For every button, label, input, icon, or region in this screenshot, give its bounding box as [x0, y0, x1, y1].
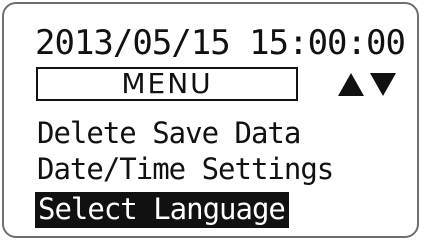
down-triangle-icon[interactable] [369, 70, 397, 98]
menu-item-delete-save-data[interactable]: Delete Save Data [37, 119, 301, 148]
up-triangle-icon[interactable] [337, 70, 365, 98]
menu-item-date-time-settings[interactable]: Date/Time Settings [37, 155, 334, 184]
lcd-screen: 2013/05/15 15:00:00 MENU Delete Save Dat… [2, 2, 419, 238]
datetime-display: 2013/05/15 15:00:00 [35, 23, 406, 63]
scroll-arrows[interactable] [337, 70, 397, 100]
menu-title-box: MENU [36, 67, 298, 101]
menu-item-select-language[interactable]: Select Language [35, 192, 289, 228]
menu-title: MENU [121, 67, 213, 100]
